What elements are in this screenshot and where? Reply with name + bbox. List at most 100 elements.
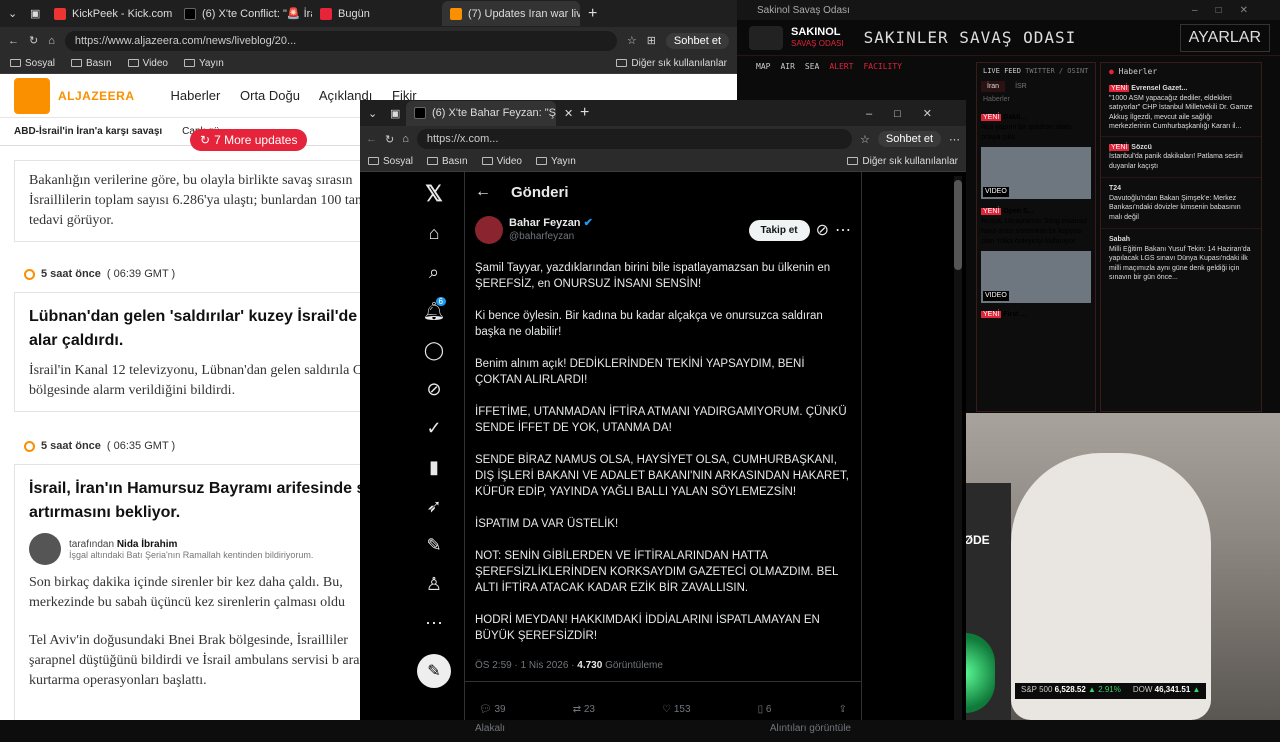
news-item[interactable]: YENİ Evrensel Gazet... "1000 ASM yapacağı…: [1101, 80, 1261, 137]
url-field[interactable]: https://www.aljazeera.com/news/liveblog/…: [64, 30, 617, 51]
share-icon[interactable]: ⇪: [839, 704, 847, 715]
nav-orta-dogu[interactable]: Orta Doğu: [240, 88, 300, 103]
sakinol-header: SAKINOL SAVAŞ ODASI SAKINLER SAVAŞ ODASI…: [737, 20, 1280, 56]
more-icon[interactable]: ⋯: [949, 133, 960, 146]
entry-body: Tel Aviv'in doğusundaki Bnei Brak bölges…: [29, 633, 377, 688]
bookmarks-icon[interactable]: ▮: [418, 451, 450, 483]
follow-button[interactable]: Takip et: [748, 219, 810, 241]
back-arrow-icon[interactable]: ←: [475, 183, 491, 201]
filter-alert[interactable]: ALERT: [829, 62, 853, 71]
scrollbar[interactable]: [954, 176, 962, 720]
x-logo-icon[interactable]: 𝕏: [418, 178, 450, 210]
view-quotes-link[interactable]: Alıntıları görüntüle: [770, 723, 851, 734]
author-name[interactable]: Bahar Feyzan: [509, 217, 581, 229]
news-item[interactable]: YENİ Sözcü İstanbul'da panik dakikaları! …: [1101, 137, 1261, 178]
bookmark-basin[interactable]: Basın: [71, 58, 112, 69]
new-tab-button[interactable]: +: [572, 101, 596, 126]
related-dropdown[interactable]: Alakalı: [475, 723, 505, 734]
refresh-icon[interactable]: ↻: [29, 34, 38, 47]
filter-sea[interactable]: SEA: [805, 62, 819, 71]
aljazeera-logo-icon[interactable]: [14, 77, 50, 114]
tab-actions-icon[interactable]: ⌄: [0, 1, 22, 26]
like-button[interactable]: ♡ 153: [662, 704, 690, 715]
tab-bugun[interactable]: Bugün: [312, 1, 442, 26]
refresh-icon[interactable]: ↻: [385, 133, 394, 146]
refresh-icon: ↻: [200, 133, 211, 147]
other-bookmarks[interactable]: Diğer sık kullanılanlar: [616, 58, 727, 69]
new-tab-button[interactable]: +: [580, 1, 610, 26]
author-name[interactable]: Nida İbrahim: [117, 539, 178, 550]
home-icon[interactable]: ⌂: [48, 35, 55, 47]
messages-icon[interactable]: ◯: [418, 334, 450, 366]
feed-item[interactable]: YENİ Open S... Rusya, Ukrayna'nın Sting i…: [977, 207, 1095, 303]
video-thumbnail[interactable]: VIDEO: [981, 147, 1091, 199]
tab-aljazeera[interactable]: (7) Updates Iran war live:: [442, 1, 580, 26]
bookmark-button[interactable]: ▯ 6: [758, 704, 772, 715]
filter-air[interactable]: AIR: [780, 62, 794, 71]
bookmark-basin[interactable]: Basın: [427, 156, 468, 167]
workspaces-icon[interactable]: ▣: [22, 1, 46, 26]
home-icon[interactable]: ⌂: [402, 133, 409, 145]
post-meta: ÖS 2:59 · 1 Nis 2026 · 4.730 Görüntüleme: [475, 660, 663, 671]
reply-button[interactable]: 💬︎ 39: [479, 704, 506, 715]
feed-tab-isr[interactable]: İSR: [1009, 81, 1033, 92]
settings-button[interactable]: AYARLAR: [1179, 23, 1270, 52]
news-item[interactable]: Sabah Milli Eğitim Bakanı Yusuf Tekin: 14…: [1101, 229, 1261, 289]
tab-x-post[interactable]: (6) X'te Bahar Feyzan: "Şamil Tayy: [406, 100, 556, 126]
back-icon[interactable]: ←: [366, 133, 377, 145]
news-item[interactable]: T24 Davutoğlu'ndan Bakan Şimşek'e: Merkez…: [1101, 178, 1261, 229]
feed-item[interactable]: YENİ Dakti... Rus yapımı bir antidron sil…: [977, 105, 1095, 207]
url-field[interactable]: https://x.com...: [416, 129, 853, 149]
rocket-icon[interactable]: ➶: [418, 490, 450, 522]
grok-icon[interactable]: ⊘: [816, 220, 829, 240]
folder-icon: [368, 157, 379, 166]
folder-icon: [184, 59, 195, 68]
avatar[interactable]: [475, 216, 503, 244]
filter-facility[interactable]: FACILITY: [863, 62, 902, 71]
favorite-icon[interactable]: ☆: [627, 34, 637, 47]
bookmark-yayin[interactable]: Yayın: [184, 58, 224, 69]
sub-title[interactable]: ABD-İsrail'in İran'a karşı savaşı: [14, 126, 162, 137]
collections-icon[interactable]: ⊞: [647, 34, 656, 47]
more-updates-button[interactable]: ↻ 7 More updates: [190, 129, 308, 151]
close-tab-icon[interactable]: ✕: [556, 101, 572, 126]
more-icon[interactable]: ⋯: [835, 220, 851, 240]
live-dot-icon: [24, 440, 35, 452]
explore-icon[interactable]: ⌕: [418, 256, 450, 288]
window-controls[interactable]: –□✕: [866, 107, 954, 120]
tab-kickpeek[interactable]: KickPeek - Kick.com için Ge: [46, 1, 176, 26]
bookmark-video[interactable]: Video: [481, 156, 522, 167]
verified-icon[interactable]: ✓: [418, 412, 450, 444]
copilot-button[interactable]: Sohbet et: [665, 32, 729, 49]
post-column: ← Gönderi Bahar Feyzan ✔ @baharfeyzan Ta…: [464, 172, 862, 734]
nav-haberler[interactable]: Haberler: [171, 88, 221, 103]
window-controls[interactable]: –□✕: [1192, 5, 1266, 16]
copilot-button[interactable]: Sohbet et: [877, 131, 941, 147]
workspaces-icon[interactable]: ▣: [382, 101, 406, 126]
profile-icon[interactable]: ♙: [418, 568, 450, 600]
scrollbar-thumb[interactable]: [954, 180, 962, 270]
tab-x-conflict[interactable]: (6) X'te Conflict: "🚨 İran'ın: [176, 1, 312, 26]
other-bookmarks[interactable]: Diğer sık kullanılanlar: [847, 156, 958, 167]
live-feed-panel: LIVE FEED TWITTER / OSINT İran İSR Haberl…: [976, 62, 1096, 412]
compose-button[interactable]: ✎: [417, 654, 451, 688]
bookmark-video[interactable]: Video: [127, 58, 168, 69]
tab-actions-icon[interactable]: ⌄: [360, 101, 382, 126]
grok-icon[interactable]: ⊘: [418, 373, 450, 405]
bookmark-yayin[interactable]: Yayın: [536, 156, 576, 167]
video-thumbnail[interactable]: VIDEO: [981, 251, 1091, 303]
home-icon[interactable]: ⌂: [418, 217, 450, 249]
live-dot-icon: ●: [1109, 67, 1114, 76]
bookmark-sosyal[interactable]: Sosyal: [10, 58, 55, 69]
notifications-icon[interactable]: 🔔︎ 6: [418, 295, 450, 327]
edit-icon[interactable]: ✎: [418, 529, 450, 561]
feed-tab-iran[interactable]: İran: [981, 81, 1006, 92]
more-icon[interactable]: ⋯: [418, 607, 450, 639]
favorite-icon[interactable]: ☆: [860, 133, 870, 146]
bookmark-sosyal[interactable]: Sosyal: [368, 156, 413, 167]
repost-button[interactable]: ⇄ 23: [573, 704, 595, 715]
feed-item[interactable]: YENİ First ...: [977, 303, 1095, 326]
repost-icon: ⇄: [572, 704, 582, 715]
author-handle[interactable]: @baharfeyzan: [509, 230, 743, 243]
back-icon[interactable]: ←: [8, 35, 19, 47]
